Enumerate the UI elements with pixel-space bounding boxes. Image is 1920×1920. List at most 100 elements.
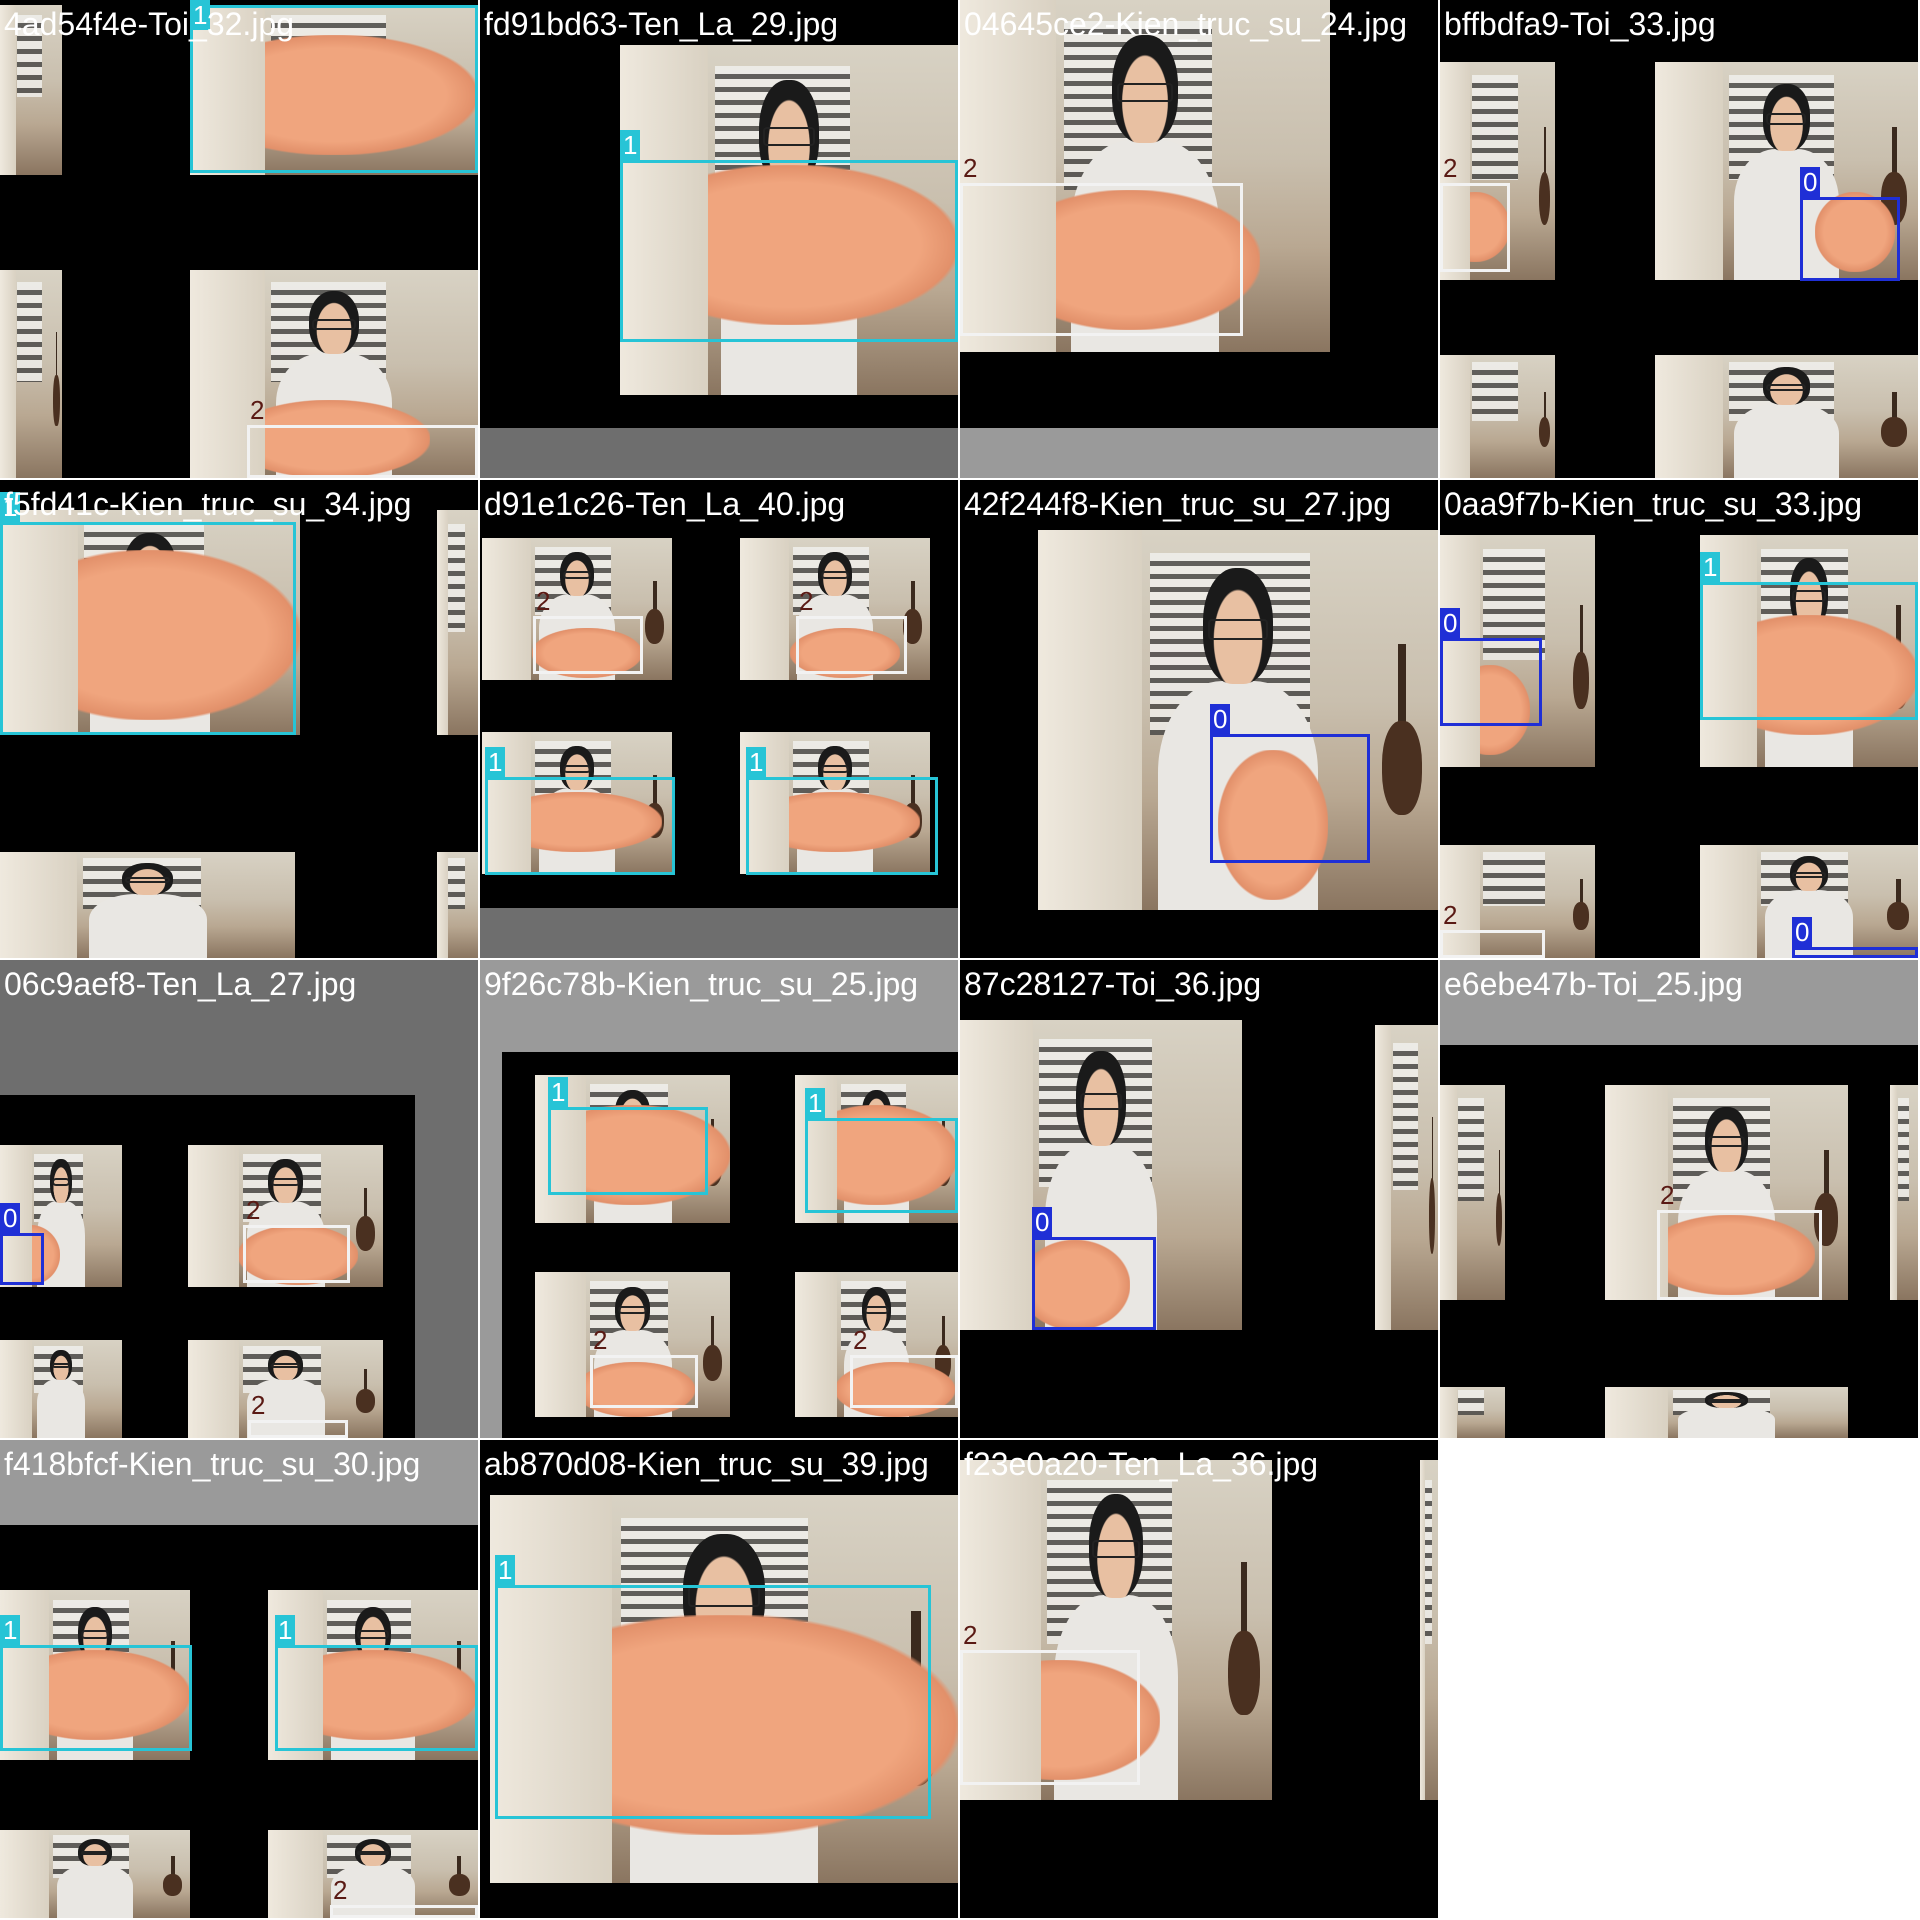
- filename-label: 87c28127-Toi_36.jpg: [964, 966, 1262, 1002]
- guitar: [448, 1856, 470, 1896]
- photo-crop: [0, 852, 295, 958]
- guitar: [355, 1369, 376, 1414]
- class-label: 1: [620, 130, 641, 160]
- photo-crop: [0, 1340, 122, 1438]
- photo-crop: [1440, 355, 1555, 478]
- bounding-box-class-1: [746, 777, 938, 875]
- glasses: [1792, 871, 1826, 878]
- image-tile: 2 2 1 1 d91e1c26-Ten_La_40.jpg: [480, 480, 958, 958]
- class-label: 1: [495, 1555, 516, 1585]
- glasses: [270, 1178, 301, 1186]
- filename-label: fd91bd63-Ten_La_29.jpg: [484, 6, 839, 42]
- guitar: [702, 1315, 723, 1381]
- filename-label: 06c9aef8-Ten_La_27.jpg: [4, 966, 357, 1002]
- glasses: [820, 765, 850, 773]
- bounding-box-class-2: [247, 425, 478, 478]
- photo-crop: [0, 270, 62, 478]
- image-tile: 2 e6ebe47b-Toi_25.jpg: [1440, 960, 1918, 1438]
- photo-crop: [437, 852, 478, 958]
- class-label: 0: [1800, 167, 1821, 197]
- glasses: [562, 571, 592, 579]
- glasses: [1207, 619, 1269, 640]
- class-label: 2: [593, 1325, 608, 1355]
- image-tile: 1 2 4ad54f4e-Toi_32.jpg: [0, 0, 478, 478]
- guitar: [1228, 1562, 1260, 1715]
- bounding-box-class-0: [0, 1233, 44, 1285]
- glasses: [1708, 1135, 1745, 1148]
- class-label: 2: [1443, 153, 1458, 183]
- photo-crop: [0, 1830, 190, 1918]
- photo-crop: [1890, 1085, 1918, 1300]
- bounding-box-class-0: [1032, 1237, 1156, 1330]
- class-label: 2: [251, 1390, 266, 1420]
- glasses: [1766, 113, 1807, 125]
- image-tile: 1 fd91bd63-Ten_La_29.jpg: [480, 0, 958, 478]
- image-tile: 0 1 2 0 0aa9f7b-Kien_truc_su_33.jpg: [1440, 480, 1918, 958]
- filename-label: ab870d08-Kien_truc_su_39.jpg: [484, 1446, 929, 1482]
- class-label: 2: [250, 395, 265, 425]
- bounding-box-class-2: [960, 183, 1243, 336]
- guitar: [1573, 878, 1589, 930]
- class-label: 2: [1443, 900, 1458, 930]
- guitar: [645, 580, 665, 645]
- glasses: [562, 765, 592, 773]
- image-tile: 0 2 2 06c9aef8-Ten_La_27.jpg: [0, 960, 478, 1438]
- filename-label: d91e1c26-Ten_La_40.jpg: [484, 486, 846, 522]
- bounding-box-class-2: [533, 616, 643, 674]
- glasses: [80, 1629, 110, 1640]
- class-label: 1: [548, 1077, 569, 1107]
- bounding-box-class-1: [1700, 582, 1918, 720]
- class-label: 1: [275, 1615, 296, 1645]
- bounding-box-class-1: [190, 5, 478, 173]
- mosaic-grid: 1 2 4ad54f4e-Toi_32.jpg 1 fd91bd63-Ten_La_29…: [0, 0, 1920, 1920]
- padding-band: [480, 428, 958, 478]
- bounding-box-class-2: [1440, 183, 1510, 272]
- padding-band: [480, 908, 958, 958]
- bounding-box-class-1: [495, 1585, 931, 1819]
- bounding-box-class-2: [330, 1905, 478, 1918]
- glasses: [617, 1306, 648, 1314]
- class-label: 0: [1032, 1207, 1053, 1237]
- glasses: [312, 318, 356, 331]
- image-tile: 2 f23e0a20-Ten_La_36.jpg: [960, 1440, 1438, 1918]
- glasses: [80, 1850, 110, 1856]
- bounding-box-class-0: [1792, 947, 1918, 958]
- guitar: [1573, 604, 1589, 710]
- bounding-box-class-1: [548, 1107, 708, 1195]
- class-label: 1: [485, 747, 506, 777]
- class-label: 1: [1700, 552, 1721, 582]
- class-label: 2: [246, 1195, 261, 1225]
- image-tile: 0 42f244f8-Kien_truc_su_27.jpg: [960, 480, 1438, 958]
- bounding-box-class-1: [275, 1645, 478, 1751]
- bounding-box-class-2: [590, 1355, 698, 1408]
- padding-band: [1440, 960, 1918, 1045]
- photo-crop: [1655, 355, 1918, 478]
- filename-label: bffbdfa9-Toi_33.jpg: [1444, 6, 1716, 42]
- glasses: [51, 1363, 71, 1369]
- shirt: [57, 1864, 133, 1918]
- image-tile: 1 1 2 2 9f26c78b-Kien_truc_su_25.jpg: [480, 960, 958, 1438]
- image-tile: 1 1 2 f418bfcf-Kien_truc_su_30.jpg: [0, 1440, 478, 1918]
- class-label: 2: [1660, 1180, 1675, 1210]
- class-label: 0: [1792, 917, 1813, 947]
- glasses: [1092, 1539, 1140, 1559]
- padding-band: [960, 428, 1438, 478]
- glasses: [1116, 82, 1174, 102]
- glasses: [357, 1850, 389, 1856]
- bounding-box-class-0: [1210, 734, 1370, 863]
- guitar: [1538, 127, 1551, 226]
- guitar: [1429, 1116, 1436, 1254]
- guitar: [1881, 391, 1908, 448]
- glasses: [51, 1178, 71, 1186]
- photo-crop: [1440, 1387, 1505, 1438]
- glasses: [1079, 1092, 1123, 1110]
- guitar: [1382, 644, 1422, 815]
- class-label: 2: [963, 1620, 978, 1650]
- class-label: 2: [963, 153, 978, 183]
- photo-crop: [1375, 1025, 1438, 1330]
- glasses: [357, 1629, 389, 1640]
- bounding-box-class-0: [1800, 197, 1900, 281]
- glasses: [1766, 383, 1807, 391]
- glasses: [270, 1363, 301, 1369]
- shirt: [36, 1378, 86, 1438]
